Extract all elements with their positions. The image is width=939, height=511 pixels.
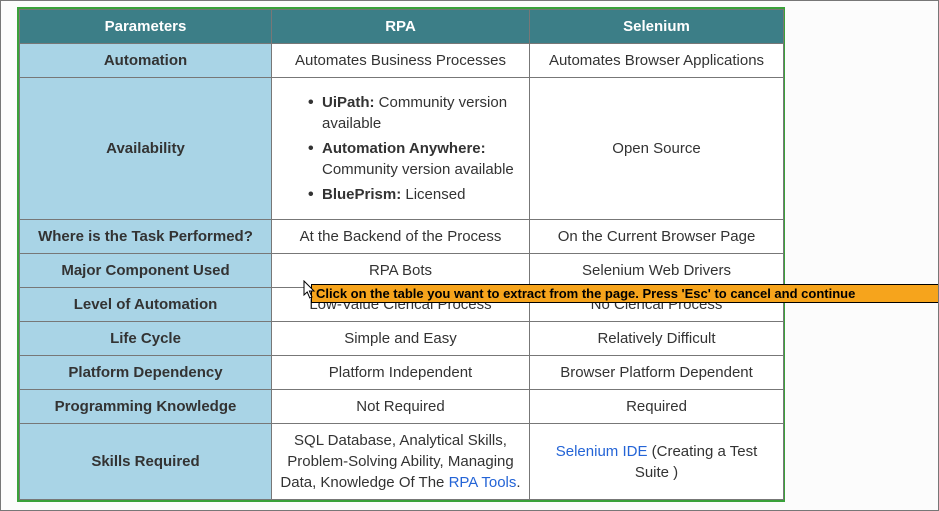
list-item: BluePrism: Licensed [308, 184, 517, 205]
cell-sel-availability: Open Source [530, 78, 784, 220]
param-platform-dependency: Platform Dependency [20, 356, 272, 390]
table-row[interactable]: Automation Automates Business Processes … [20, 44, 784, 78]
cell-sel-platform-dependency: Browser Platform Dependent [530, 356, 784, 390]
selenium-ide-link[interactable]: Selenium IDE [556, 443, 648, 460]
cell-rpa-skills: SQL Database, Analytical Skills, Problem… [272, 424, 530, 500]
cell-sel-life-cycle: Relatively Difficult [530, 322, 784, 356]
table-row[interactable]: Major Component Used RPA Bots Selenium W… [20, 254, 784, 288]
cell-rpa-platform-dependency: Platform Independent [272, 356, 530, 390]
list-item: UiPath: Community version available [308, 92, 517, 134]
table-row[interactable]: Where is the Task Performed? At the Back… [20, 220, 784, 254]
cell-rpa-programming-knowledge: Not Required [272, 390, 530, 424]
header-selenium: Selenium [530, 10, 784, 44]
cell-sel-programming-knowledge: Required [530, 390, 784, 424]
cell-rpa-major-component: RPA Bots [272, 254, 530, 288]
cell-rpa-availability: UiPath: Community version available Auto… [272, 78, 530, 220]
cell-rpa-task-performed: At the Backend of the Process [272, 220, 530, 254]
table-row[interactable]: Skills Required SQL Database, Analytical… [20, 424, 784, 500]
list-item: Automation Anywhere: Community version a… [308, 138, 517, 180]
header-rpa: RPA [272, 10, 530, 44]
param-major-component: Major Component Used [20, 254, 272, 288]
skills-sel-text-post: (Creating a Test Suite ) [635, 443, 757, 481]
extract-instruction-bar: Click on the table you want to extract f… [311, 284, 938, 303]
availability-list: UiPath: Community version available Auto… [280, 84, 521, 213]
cell-sel-major-component: Selenium Web Drivers [530, 254, 784, 288]
cell-rpa-automation: Automates Business Processes [272, 44, 530, 78]
param-availability: Availability [20, 78, 272, 220]
param-life-cycle: Life Cycle [20, 322, 272, 356]
cell-sel-skills: Selenium IDE (Creating a Test Suite ) [530, 424, 784, 500]
cell-sel-automation: Automates Browser Applications [530, 44, 784, 78]
param-level-automation: Level of Automation [20, 288, 272, 322]
skills-rpa-text-post: . [516, 474, 520, 491]
rpa-tools-link[interactable]: RPA Tools [449, 474, 517, 491]
comparison-table[interactable]: Parameters RPA Selenium Automation Autom… [19, 9, 784, 500]
table-header-row: Parameters RPA Selenium [20, 10, 784, 44]
table-row[interactable]: Availability UiPath: Community version a… [20, 78, 784, 220]
table-row[interactable]: Life Cycle Simple and Easy Relatively Di… [20, 322, 784, 356]
cell-rpa-life-cycle: Simple and Easy [272, 322, 530, 356]
param-skills-required: Skills Required [20, 424, 272, 500]
param-automation: Automation [20, 44, 272, 78]
table-row[interactable]: Programming Knowledge Not Required Requi… [20, 390, 784, 424]
header-parameters: Parameters [20, 10, 272, 44]
comparison-table-wrap[interactable]: Parameters RPA Selenium Automation Autom… [17, 7, 785, 502]
table-row[interactable]: Platform Dependency Platform Independent… [20, 356, 784, 390]
param-task-performed: Where is the Task Performed? [20, 220, 272, 254]
cell-sel-task-performed: On the Current Browser Page [530, 220, 784, 254]
param-programming-knowledge: Programming Knowledge [20, 390, 272, 424]
page-container: Parameters RPA Selenium Automation Autom… [0, 0, 939, 511]
